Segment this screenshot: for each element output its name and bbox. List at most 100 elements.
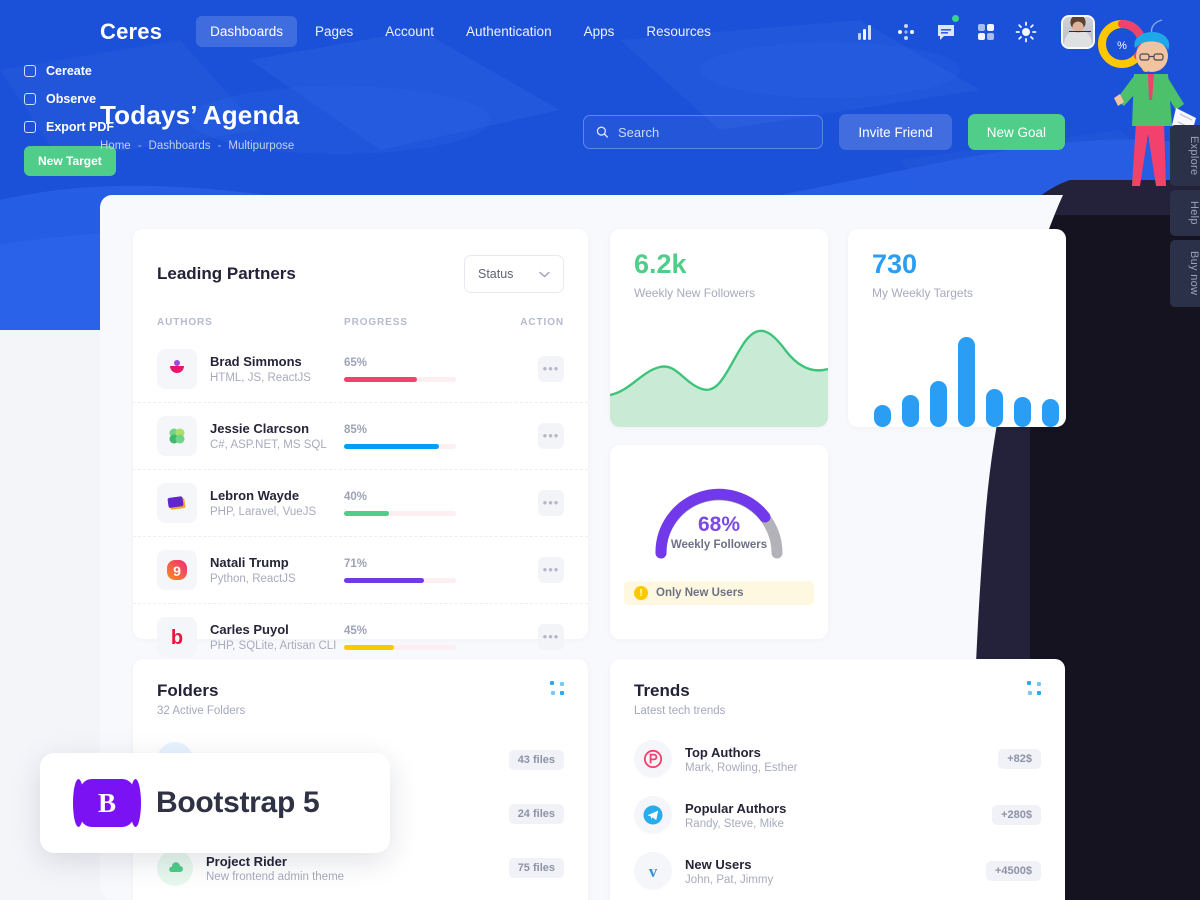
breadcrumb-sep-2: - xyxy=(217,140,222,152)
nav-item-account[interactable]: Account xyxy=(371,16,448,47)
rail-tab-explore[interactable]: Explore xyxy=(1170,125,1200,187)
folder-file-count: 43 files xyxy=(508,750,564,770)
nav-item-resources[interactable]: Resources xyxy=(632,16,725,47)
partner-logo-icon: 9 xyxy=(157,550,197,590)
invite-friend-button[interactable]: Invite Friend xyxy=(839,114,952,150)
weekly-followers-card: 6.2k Weekly New Followers xyxy=(610,229,828,427)
search-icon xyxy=(597,126,609,138)
trend-people: Mark, Rowling, Esther xyxy=(685,761,798,774)
checkbox-icon[interactable] xyxy=(24,121,36,133)
partner-name: Brad Simmons xyxy=(210,354,302,369)
list-item[interactable]: v New Users John, Pat, Jimmy +4500$ xyxy=(610,843,1065,899)
trends-subtitle: Latest tech trends xyxy=(634,705,726,717)
targets-bar-chart xyxy=(874,337,1059,427)
trends-menu-icon[interactable] xyxy=(1027,681,1041,695)
checkbox-icon[interactable] xyxy=(24,65,36,77)
svg-text:v: v xyxy=(649,862,658,881)
breadcrumb-dashboards[interactable]: Dashboards xyxy=(149,140,211,152)
partner-progress: 71% xyxy=(344,558,504,583)
chat-icon[interactable] xyxy=(935,14,959,43)
table-row[interactable]: Jessie Clarcson C#, ASP.NET, MS SQL 85% … xyxy=(133,403,588,470)
partner-progress: 45% xyxy=(344,625,504,650)
gauge-label: Weekly Followers xyxy=(670,539,768,551)
breadcrumb-home[interactable]: Home xyxy=(100,140,131,152)
progress-value: 85% xyxy=(344,423,368,436)
col-authors: AUTHORS xyxy=(157,317,213,328)
progress-bar xyxy=(344,644,456,650)
bar-chart-icon[interactable] xyxy=(855,21,877,43)
new-goal-button[interactable]: New Goal xyxy=(967,114,1065,150)
right-rail: Explore Help Buy now xyxy=(1170,125,1200,311)
leading-partners-card: Leading Partners Status AUTHORS PROGRESS… xyxy=(133,229,588,657)
table-row[interactable]: 9 Natali Trump Python, ReactJS 71% ••• xyxy=(133,537,588,604)
row-actions: ••• xyxy=(504,356,564,382)
row-menu-icon[interactable]: ••• xyxy=(538,356,564,382)
list-item[interactable]: Popular Authors Randy, Steve, Mike +280$ xyxy=(610,787,1065,843)
partners-header: Leading Partners Status xyxy=(133,229,588,293)
targets-label: My Weekly Targets xyxy=(872,286,973,300)
col-action: ACTION xyxy=(520,317,564,328)
partners-rows: Brad Simmons HTML, JS, ReactJS 65% ••• J… xyxy=(133,336,588,670)
table-row[interactable]: Brad Simmons HTML, JS, ReactJS 65% ••• xyxy=(133,336,588,403)
partner-skills: Python, ReactJS xyxy=(210,573,296,585)
trend-amount: +280$ xyxy=(992,805,1041,825)
compass-icon[interactable] xyxy=(895,21,917,43)
search-box[interactable] xyxy=(583,115,824,149)
trend-name: New Users xyxy=(685,856,752,872)
trend-people: John, Pat, Jimmy xyxy=(685,873,774,886)
row-menu-icon[interactable]: ••• xyxy=(538,490,564,516)
followers-area-chart xyxy=(610,329,828,427)
partner-skills: C#, ASP.NET, MS SQL xyxy=(210,439,327,451)
nav-item-dashboards[interactable]: Dashboards xyxy=(196,16,297,47)
trend-name: Top Authors xyxy=(685,744,761,760)
breadcrumb-sep-1: - xyxy=(137,140,142,152)
sun-icon[interactable] xyxy=(1015,21,1037,43)
status-dropdown[interactable]: Status xyxy=(464,255,564,293)
row-actions: ••• xyxy=(504,490,564,516)
trends-rows: Top Authors Mark, Rowling, Esther +82$ P… xyxy=(610,731,1065,899)
avatar[interactable] xyxy=(1061,14,1095,49)
checkbox-icon[interactable] xyxy=(24,93,36,105)
rail-tab-buy-now[interactable]: Buy now xyxy=(1170,240,1200,307)
partner-logo-icon: b xyxy=(157,617,197,657)
partner-logo-icon xyxy=(157,483,197,523)
bootstrap-badge: B Bootstrap 5 xyxy=(40,753,390,853)
weekly-followers-gauge-card: 68% Weekly Followers ! Only New Users xyxy=(610,445,828,639)
row-menu-icon[interactable]: ••• xyxy=(538,624,564,650)
nav-item-apps[interactable]: Apps xyxy=(570,16,629,47)
partner-identity: Jessie Clarcson C#, ASP.NET, MS SQL xyxy=(157,416,344,456)
product-hunt-icon xyxy=(634,740,672,778)
table-row[interactable]: Lebron Wayde PHP, Laravel, VueJS 40% ••• xyxy=(133,470,588,537)
vimeo-icon: v xyxy=(634,852,672,890)
gauge-percent: 68% xyxy=(697,513,741,536)
brand-logo[interactable]: Ceres xyxy=(100,19,162,45)
checklist-label: Cereate xyxy=(46,64,92,78)
followers-value: 6.2k xyxy=(634,249,687,279)
progress-value: 45% xyxy=(344,624,368,637)
rail-tab-help[interactable]: Help xyxy=(1170,190,1200,237)
trend-people: Randy, Steve, Mike xyxy=(685,817,784,830)
partner-skills: PHP, SQLite, Artisan CLI xyxy=(210,640,337,652)
checklist-item[interactable]: Cereate xyxy=(24,64,114,78)
list-item[interactable]: Top Authors Mark, Rowling, Esther +82$ xyxy=(610,731,1065,787)
avatar-glasses xyxy=(1069,30,1091,36)
folders-menu-icon[interactable] xyxy=(550,681,564,695)
grid-icon[interactable] xyxy=(975,21,997,43)
weekly-targets-card: 730 My Weekly Targets xyxy=(848,229,1066,427)
search-input[interactable] xyxy=(618,124,811,140)
header-actions: Invite Friend New Goal xyxy=(583,114,1065,150)
partner-progress: 65% xyxy=(344,357,504,382)
nav-item-pages[interactable]: Pages xyxy=(301,16,367,47)
status-dropdown-label: Status xyxy=(478,267,514,281)
folder-icon xyxy=(157,850,193,886)
partner-progress: 40% xyxy=(344,491,504,516)
nav-item-authentication[interactable]: Authentication xyxy=(452,16,566,47)
partners-table-header: AUTHORS PROGRESS ACTION xyxy=(133,293,588,328)
row-menu-icon[interactable]: ••• xyxy=(538,423,564,449)
gauge-chart: 68% Weekly Followers xyxy=(649,479,789,559)
chat-notification-dot xyxy=(952,14,959,22)
row-menu-icon[interactable]: ••• xyxy=(538,557,564,583)
partner-skills: HTML, JS, ReactJS xyxy=(210,372,311,384)
gauge-alert: ! Only New Users xyxy=(624,581,814,605)
folder-file-count: 24 files xyxy=(508,804,564,824)
